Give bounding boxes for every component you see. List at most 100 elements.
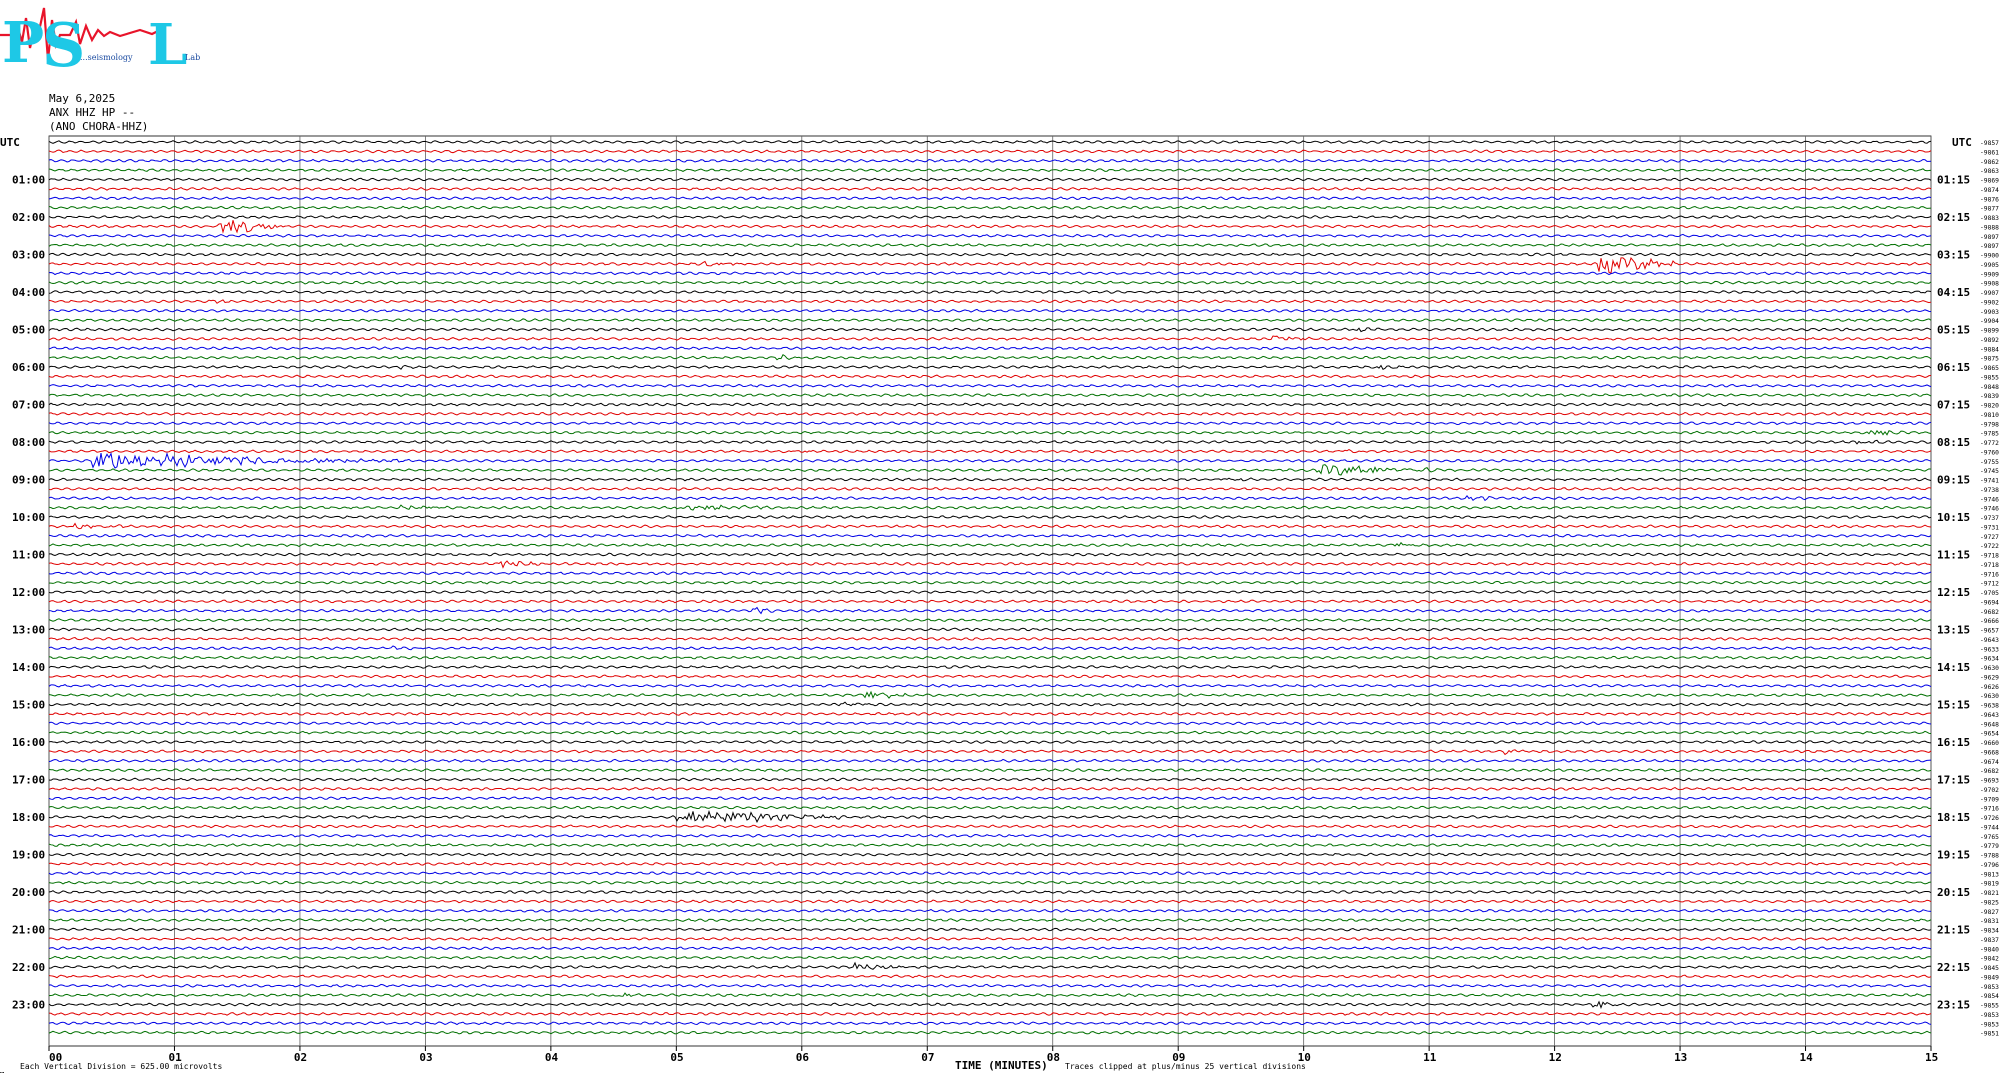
trace-offset-value: -9657 <box>1980 628 1999 635</box>
seismic-trace <box>48 215 1932 219</box>
x-tick-label: 02 <box>294 1051 307 1064</box>
trace-offset-value: -9853 <box>1980 1012 1999 1019</box>
seismic-trace <box>48 1011 1932 1016</box>
trace-offset-value: -9746 <box>1980 496 1999 503</box>
trace-offset-value: -9848 <box>1980 384 1999 391</box>
trace-offset-value: -9693 <box>1980 778 1999 785</box>
seismic-trace <box>48 271 1932 276</box>
trace-offset-value: -9741 <box>1980 478 1999 485</box>
x-tick-label: 11 <box>1423 1051 1437 1064</box>
seismic-trace <box>48 852 1932 857</box>
x-tick-label: 07 <box>921 1051 934 1064</box>
seismic-trace <box>48 890 1932 894</box>
seismic-trace <box>48 805 1932 810</box>
seismic-trace <box>48 674 1932 679</box>
seismic-trace <box>48 655 1932 660</box>
utc-label-right: UTC <box>1952 136 1972 149</box>
seismic-trace <box>48 177 1932 182</box>
seismic-trace <box>48 290 1932 294</box>
trace-offset-value: -9643 <box>1980 712 1999 719</box>
trace-offset-value: -9907 <box>1980 290 1999 297</box>
seismic-trace <box>48 205 1932 210</box>
trace-offset-value: -9865 <box>1980 365 1999 372</box>
seismic-trace <box>48 522 1932 530</box>
trace-offset-value: -9772 <box>1980 440 1999 447</box>
seismic-trace <box>48 636 1932 642</box>
seismic-trace <box>48 810 1932 824</box>
trace-offset-value: -9737 <box>1980 515 1999 522</box>
trace-offset-value: -9897 <box>1980 234 1999 241</box>
x-tick-label: 14 <box>1800 1051 1814 1064</box>
seismic-trace <box>48 1030 1932 1035</box>
trace-offset-value: -9626 <box>1980 684 1999 691</box>
hour-label-left: 06:00 <box>12 361 45 374</box>
trace-offset-value: -9731 <box>1980 524 1999 531</box>
x-tick-label: 06 <box>796 1051 810 1064</box>
hour-label-right: 11:15 <box>1937 549 1970 562</box>
trace-offset-value: -9810 <box>1980 412 1999 419</box>
trace-offset-value: -9905 <box>1980 262 1999 269</box>
hour-label-right: 09:15 <box>1937 474 1970 487</box>
seismic-trace <box>48 599 1932 604</box>
hour-label-left: 15:00 <box>12 699 45 712</box>
hour-label-left: 11:00 <box>12 549 45 562</box>
trace-offset-value: -9709 <box>1980 796 1999 803</box>
seismic-trace <box>48 541 1932 548</box>
seismic-trace <box>48 477 1932 482</box>
hour-label-left: 05:00 <box>12 324 45 337</box>
hour-label-left: 19:00 <box>12 849 45 862</box>
seismic-trace <box>48 429 1932 436</box>
seismic-trace <box>48 796 1932 801</box>
hour-label-right: 15:15 <box>1937 699 1970 712</box>
seismic-trace <box>48 233 1932 238</box>
hour-label-right: 20:15 <box>1937 886 1970 899</box>
trace-offset-value: -9705 <box>1980 590 1999 597</box>
hour-label-right: 18:15 <box>1937 811 1970 824</box>
trace-offset-value: -9648 <box>1980 721 1999 728</box>
seismic-trace <box>48 560 1932 569</box>
trace-offset-value: -9869 <box>1980 178 1999 185</box>
trace-offset-value: -9888 <box>1980 224 1999 231</box>
x-tick-label: 13 <box>1674 1051 1687 1064</box>
trace-offset-value: -9633 <box>1980 646 1999 653</box>
seismic-trace <box>48 833 1932 838</box>
trace-offset-value: -9897 <box>1980 243 1999 250</box>
hour-label-right: 13:15 <box>1937 624 1970 637</box>
trace-offset-value: -9883 <box>1980 215 1999 222</box>
trace-offset-value: -9855 <box>1980 374 1999 381</box>
hour-label-left: 03:00 <box>12 249 45 262</box>
seismic-trace <box>48 364 1932 371</box>
trace-offset-value: -9857 <box>1980 140 1999 147</box>
seismic-trace <box>48 871 1932 876</box>
hour-label-left: 13:00 <box>12 624 45 637</box>
seismic-trace <box>48 393 1932 398</box>
hour-label-left: 17:00 <box>12 774 45 787</box>
trace-offset-value: -9902 <box>1980 299 1999 306</box>
trace-offset-value: -9849 <box>1980 974 1999 981</box>
trace-offset-value: -9712 <box>1980 581 1999 588</box>
hour-label-left: 12:00 <box>12 586 45 599</box>
hour-label-left: 23:00 <box>12 999 45 1012</box>
seismic-trace <box>48 504 1932 511</box>
hour-label-right: 19:15 <box>1937 849 1970 862</box>
seismic-trace <box>48 730 1932 735</box>
trace-offset-value: -9840 <box>1980 946 1999 953</box>
trace-offset-value: -9908 <box>1980 281 1999 288</box>
seismic-trace <box>48 618 1932 622</box>
trace-offset-value: -9837 <box>1980 937 1999 944</box>
seismic-trace <box>48 354 1932 361</box>
trace-offset-value: -9738 <box>1980 487 1999 494</box>
seismic-trace <box>48 580 1932 585</box>
seismic-trace <box>48 158 1932 163</box>
trace-offset-value: -9765 <box>1980 834 1999 841</box>
seismic-trace <box>48 777 1932 782</box>
x-axis-title: TIME (MINUTES) <box>955 1059 1048 1072</box>
x-tick-label: 04 <box>545 1051 559 1064</box>
seismic-trace <box>48 449 1932 454</box>
trace-offset-value: -9643 <box>1980 637 1999 644</box>
trace-offset-value: -9722 <box>1980 543 1999 550</box>
seismic-trace <box>48 243 1932 248</box>
trace-offset-value: -9629 <box>1980 674 1999 681</box>
seismic-trace <box>48 451 1932 469</box>
trace-offset-value: -9884 <box>1980 346 1999 353</box>
